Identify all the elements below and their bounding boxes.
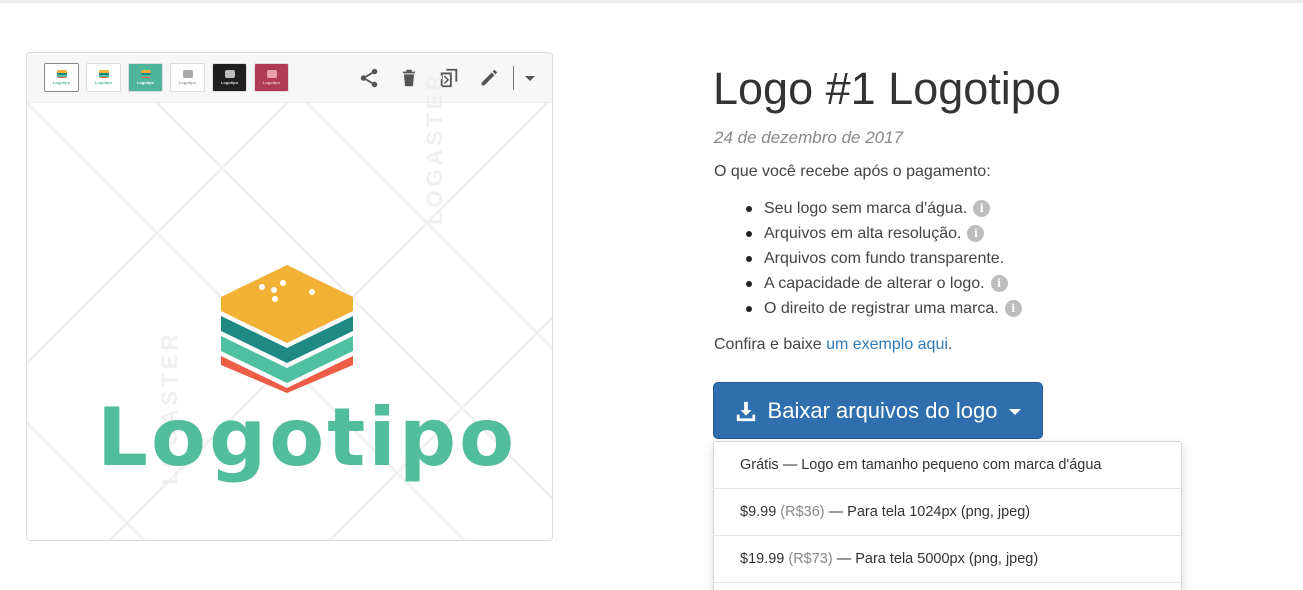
download-button-label: Baixar arquivos do logo bbox=[767, 397, 998, 423]
mini-logo-icon bbox=[224, 70, 235, 78]
more-options-button[interactable] bbox=[520, 65, 540, 91]
mini-logo-icon bbox=[266, 70, 277, 78]
thumbnail-variant-1[interactable]: Logotipo bbox=[44, 63, 79, 92]
logo-preview-card: Logotipo Logotipo Logotipo Logotipo Logo… bbox=[26, 52, 553, 541]
thumbnail-label: Logotipo bbox=[220, 80, 239, 85]
info-icon[interactable]: i bbox=[1004, 300, 1022, 317]
example-link[interactable]: um exemplo aqui bbox=[826, 336, 948, 353]
list-item: O direito de registrar uma marca. i bbox=[746, 296, 1022, 321]
benefit-text: Arquivos com fundo transparente. bbox=[764, 250, 1005, 267]
share-button[interactable] bbox=[349, 65, 389, 91]
mini-logo-icon bbox=[56, 70, 67, 78]
menu-item-price: $9.99 bbox=[740, 504, 777, 520]
page-title: Logo #1 Logotipo bbox=[713, 63, 1061, 114]
benefit-text: Arquivos em alta resolução. bbox=[764, 225, 962, 242]
menu-item-price: $19.99 bbox=[740, 551, 785, 567]
example-suffix: . bbox=[947, 336, 953, 353]
thumbnail-variant-2[interactable]: Logotipo bbox=[86, 63, 121, 92]
toolbar-divider bbox=[513, 66, 514, 90]
caret-down-icon bbox=[1009, 409, 1022, 415]
mini-logo-icon bbox=[182, 70, 193, 78]
benefit-text: O direito de registrar uma marca. bbox=[764, 300, 999, 317]
thumbnail-label: Logotipo bbox=[94, 80, 113, 85]
publish-date: 24 de dezembro de 2017 bbox=[714, 128, 904, 147]
menu-item-local-price: (R$73) bbox=[788, 551, 833, 567]
edit-button[interactable] bbox=[469, 65, 509, 91]
list-item: Arquivos com fundo transparente. bbox=[746, 246, 1022, 271]
thumbnail-variant-6[interactable]: Logotipo bbox=[254, 63, 289, 92]
preview-toolbar: Logotipo Logotipo Logotipo Logotipo Logo… bbox=[27, 53, 552, 103]
benefits-intro: O que você recebe após o pagamento: bbox=[714, 163, 991, 180]
menu-item-free[interactable]: Grátis — Logo em tamanho pequeno com mar… bbox=[714, 442, 1181, 489]
pencil-icon bbox=[481, 69, 498, 86]
thumbnail-variant-5[interactable]: Logotipo bbox=[212, 63, 247, 92]
download-options-menu: Grátis — Logo em tamanho pequeno com mar… bbox=[713, 441, 1182, 590]
watermark-text: LOGASTER bbox=[422, 70, 447, 225]
logo-wordmark: Logotipo bbox=[97, 391, 518, 484]
benefit-text: Seu logo sem marca d'água. bbox=[764, 200, 968, 217]
burger-logo-icon bbox=[221, 265, 353, 393]
info-icon[interactable]: i bbox=[973, 200, 991, 217]
benefit-text: A capacidade de alterar o logo. bbox=[764, 275, 985, 292]
example-prefix: Confira e baixe bbox=[714, 336, 827, 353]
menu-item-text: — Para tela 1024px (png, jpeg) bbox=[828, 504, 1031, 520]
trash-icon bbox=[402, 69, 416, 87]
download-files-button[interactable]: Baixar arquivos do logo bbox=[713, 382, 1043, 439]
list-item: Arquivos em alta resolução. i bbox=[746, 221, 1022, 246]
info-icon[interactable]: i bbox=[967, 225, 985, 242]
example-line: Confira e baixe um exemplo aqui. bbox=[714, 336, 952, 354]
chevron-down-icon bbox=[525, 75, 535, 81]
menu-item-local-price: (R$36) bbox=[780, 504, 825, 520]
thumbnail-label: Logotipo bbox=[136, 80, 155, 85]
list-item: Seu logo sem marca d'água. i bbox=[746, 196, 1022, 221]
top-border bbox=[0, 0, 1303, 3]
logo-canvas: LOGASTER LOGASTER Logotipo bbox=[27, 71, 552, 540]
mini-logo-icon bbox=[140, 70, 151, 78]
menu-item-text: Grátis — Logo em tamanho pequeno com mar… bbox=[740, 457, 1102, 473]
thumbnail-variant-3[interactable]: Logotipo bbox=[128, 63, 163, 92]
download-icon bbox=[736, 401, 755, 421]
mini-logo-icon bbox=[98, 70, 109, 78]
thumbnail-label: Logotipo bbox=[262, 80, 281, 85]
menu-item-1024px[interactable]: $9.99 (R$36) — Para tela 1024px (png, jp… bbox=[714, 489, 1181, 536]
list-item: A capacidade de alterar o logo. i bbox=[746, 271, 1022, 296]
color-variant-thumbnails: Logotipo Logotipo Logotipo Logotipo Logo… bbox=[44, 63, 289, 92]
share-icon bbox=[360, 68, 378, 88]
benefits-list: Seu logo sem marca d'água. i Arquivos em … bbox=[746, 196, 1022, 321]
thumbnail-label: Logotipo bbox=[52, 80, 71, 85]
thumbnail-variant-4[interactable]: Logotipo bbox=[170, 63, 205, 92]
menu-item-text: — Para tela 5000px (png, jpeg) bbox=[836, 551, 1039, 567]
menu-item-5000px[interactable]: $19.99 (R$73) — Para tela 5000px (png, j… bbox=[714, 536, 1181, 583]
thumbnail-label: Logotipo bbox=[178, 80, 197, 85]
info-icon[interactable]: i bbox=[990, 275, 1008, 292]
